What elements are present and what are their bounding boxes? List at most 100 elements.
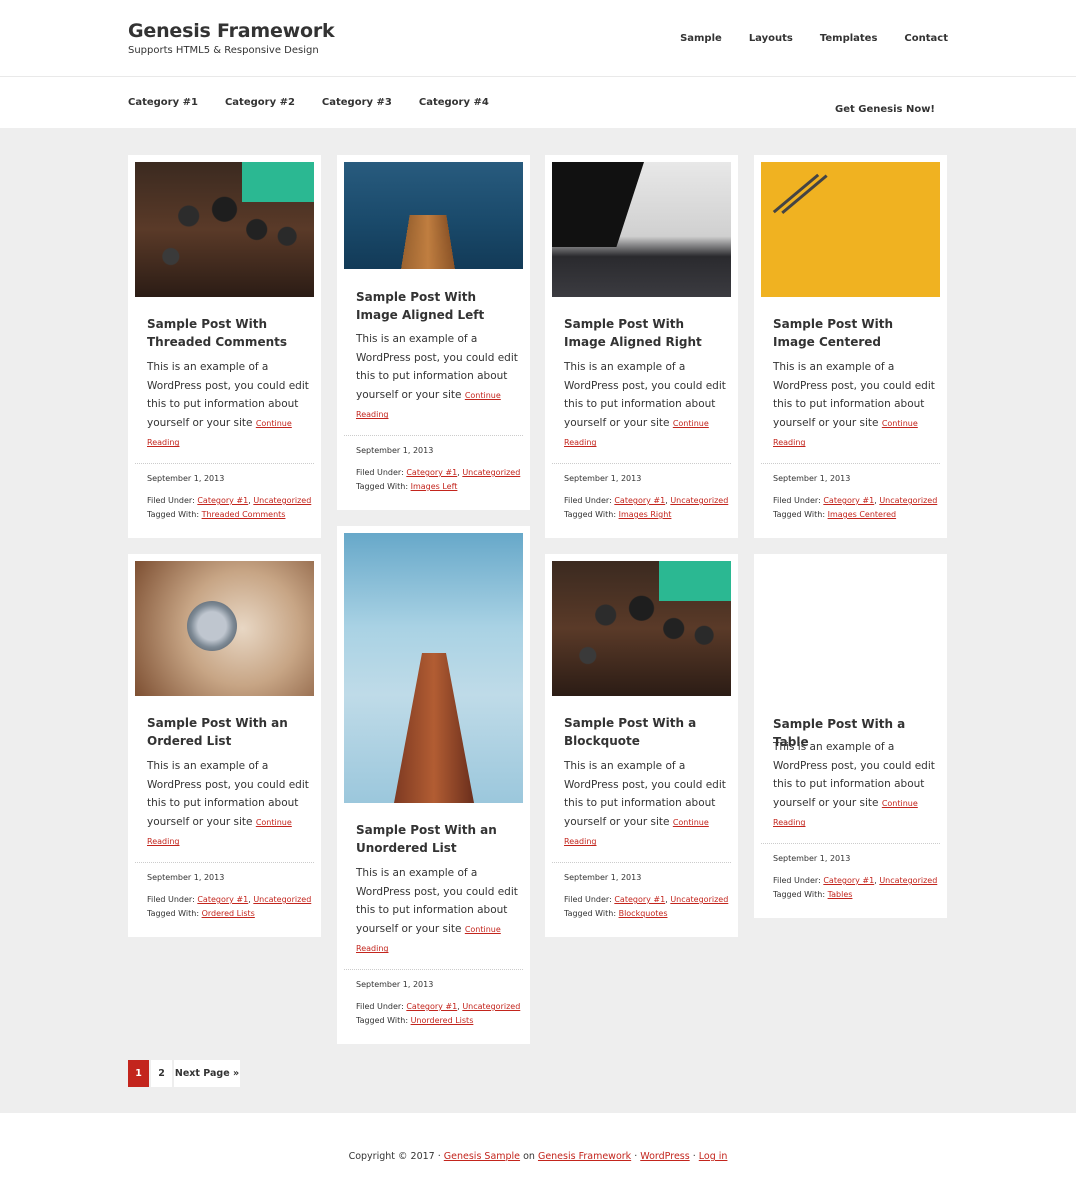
post-title[interactable]: Sample Post With Image Centered (773, 315, 933, 351)
tag-link[interactable]: Tables (828, 890, 853, 899)
post-card: Sample Post With Threaded Comments This … (128, 155, 321, 538)
post-excerpt: This is an example of a WordPress post, … (147, 757, 312, 852)
tagged-with-label: Tagged With: (147, 909, 200, 918)
filed-under-label: Filed Under: (356, 468, 404, 477)
page-1-button[interactable]: 1 (128, 1060, 149, 1087)
post-card: Sample Post With an Unordered List This … (337, 526, 530, 1044)
tag-link[interactable]: Blockquotes (619, 909, 668, 918)
filed-under-label: Filed Under: (773, 876, 821, 885)
site-title[interactable]: Genesis Framework (128, 20, 335, 42)
tagged-with-label: Tagged With: (356, 1016, 409, 1025)
pagination: 1 2 Next Page » (128, 1060, 240, 1087)
circuit-board-image[interactable] (552, 561, 731, 696)
tag-link[interactable]: Threaded Comments (202, 510, 286, 519)
category-link[interactable]: Category #1 (197, 895, 248, 904)
post-excerpt: This is an example of a WordPress post, … (147, 358, 312, 453)
nav-item-category-4[interactable]: Category #4 (419, 97, 489, 108)
category-link[interactable]: Uncategorized (253, 496, 311, 505)
category-link[interactable]: Uncategorized (462, 468, 520, 477)
main-nav: Sample Layouts Templates Contact (680, 33, 948, 44)
next-page-button[interactable]: Next Page » (174, 1060, 240, 1087)
category-link[interactable]: Category #1 (614, 496, 665, 505)
post-title[interactable]: Sample Post With Image Aligned Left (356, 288, 516, 324)
tagged-with-label: Tagged With: (773, 510, 826, 519)
category-link[interactable]: Uncategorized (462, 1002, 520, 1011)
filed-under-label: Filed Under: (564, 496, 612, 505)
category-link[interactable]: Uncategorized (879, 496, 937, 505)
pier-image[interactable] (344, 162, 523, 269)
post-meta: September 1, 2013 Filed Under: Category … (344, 435, 523, 491)
category-link[interactable]: Category #1 (406, 468, 457, 477)
category-link[interactable]: Category #1 (823, 496, 874, 505)
tag-link[interactable]: Images Centered (828, 510, 897, 519)
category-link[interactable]: Uncategorized (879, 876, 937, 885)
login-link[interactable]: Log in (699, 1151, 728, 1162)
building-image[interactable] (344, 533, 523, 803)
post-title[interactable]: Sample Post With Image Aligned Right (564, 315, 724, 351)
nav-item-sample[interactable]: Sample (680, 33, 722, 44)
tagged-with-label: Tagged With: (564, 909, 617, 918)
post-taxonomy: Filed Under: Category #1, Uncategorized … (773, 496, 938, 519)
category-menu: Category #1 Category #2 Category #3 Cate… (128, 97, 489, 108)
category-link[interactable]: Uncategorized (670, 895, 728, 904)
genesis-sample-link[interactable]: Genesis Sample (444, 1151, 520, 1162)
post-excerpt: This is an example of a WordPress post, … (773, 738, 938, 833)
secondary-nav: Category #1 Category #2 Category #3 Cate… (0, 77, 1076, 129)
category-link[interactable]: Category #1 (406, 1002, 457, 1011)
post-title[interactable]: Sample Post With an Unordered List (356, 821, 516, 857)
post-title[interactable]: Sample Post With an Ordered List (147, 714, 307, 750)
circuit-board-image[interactable] (135, 162, 314, 297)
tagged-with-label: Tagged With: (773, 890, 826, 899)
post-title[interactable]: Sample Post With a Blockquote (564, 714, 724, 750)
post-taxonomy: Filed Under: Category #1, Uncategorized … (147, 895, 312, 918)
tag-link[interactable]: Unordered Lists (411, 1016, 474, 1025)
post-date: September 1, 2013 (564, 474, 642, 483)
get-genesis-link[interactable]: Get Genesis Now! (835, 104, 935, 115)
post-date: September 1, 2013 (356, 980, 434, 989)
nav-item-category-3[interactable]: Category #3 (322, 97, 392, 108)
nav-item-category-1[interactable]: Category #1 (128, 97, 198, 108)
laptop-image[interactable] (552, 162, 731, 297)
post-excerpt: This is an example of a WordPress post, … (356, 864, 521, 959)
pencils-image[interactable] (761, 162, 940, 297)
site-footer: Copyright © 2017 · Genesis Sample on Gen… (0, 1113, 1076, 1200)
post-meta: September 1, 2013 Filed Under: Category … (552, 463, 731, 519)
nav-item-category-2[interactable]: Category #2 (225, 97, 295, 108)
nav-item-templates[interactable]: Templates (820, 33, 878, 44)
category-link[interactable]: Uncategorized (670, 496, 728, 505)
post-date: September 1, 2013 (773, 854, 851, 863)
headphones-image[interactable] (135, 561, 314, 696)
tagged-with-label: Tagged With: (147, 510, 200, 519)
post-taxonomy: Filed Under: Category #1, Uncategorized … (356, 468, 521, 491)
nav-item-contact[interactable]: Contact (904, 33, 948, 44)
post-excerpt: This is an example of a WordPress post, … (564, 358, 729, 453)
post-card: Sample Post With a Table This is an exam… (754, 554, 947, 918)
tag-link[interactable]: Images Right (619, 510, 672, 519)
post-title[interactable]: Sample Post With Threaded Comments (147, 315, 307, 351)
tagged-with-label: Tagged With: (356, 482, 409, 491)
genesis-framework-link[interactable]: Genesis Framework (538, 1151, 631, 1162)
tag-link[interactable]: Images Left (411, 482, 458, 491)
category-link[interactable]: Category #1 (614, 895, 665, 904)
separator: · (634, 1151, 638, 1162)
tagged-with-label: Tagged With: (564, 510, 617, 519)
post-date: September 1, 2013 (356, 446, 434, 455)
nav-item-layouts[interactable]: Layouts (749, 33, 793, 44)
post-meta: September 1, 2013 Filed Under: Category … (135, 862, 314, 918)
wordpress-link[interactable]: WordPress (640, 1151, 689, 1162)
post-taxonomy: Filed Under: Category #1, Uncategorized … (564, 895, 729, 918)
post-excerpt: This is an example of a WordPress post, … (356, 330, 521, 425)
on-text: on (523, 1151, 535, 1162)
category-link[interactable]: Category #1 (197, 496, 248, 505)
post-taxonomy: Filed Under: Category #1, Uncategorized … (356, 1002, 521, 1025)
category-link[interactable]: Category #1 (823, 876, 874, 885)
tag-link[interactable]: Ordered Lists (202, 909, 255, 918)
post-meta: September 1, 2013 Filed Under: Category … (135, 463, 314, 519)
category-link[interactable]: Uncategorized (253, 895, 311, 904)
page-2-button[interactable]: 2 (151, 1060, 172, 1087)
post-meta: September 1, 2013 Filed Under: Category … (552, 862, 731, 918)
post-taxonomy: Filed Under: Category #1, Uncategorized … (773, 876, 938, 899)
copyright-text: Copyright © 2017 · (348, 1151, 441, 1162)
filed-under-label: Filed Under: (147, 895, 195, 904)
post-taxonomy: Filed Under: Category #1, Uncategorized … (147, 496, 312, 519)
